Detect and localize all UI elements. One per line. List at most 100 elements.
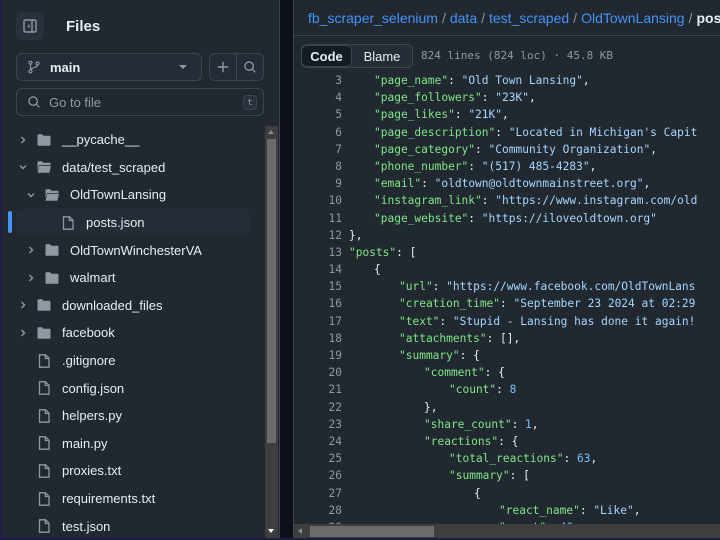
chevron-right-icon[interactable] (17, 135, 29, 145)
breadcrumb: fb_scraper_selenium / data / test_scraped / Ol… (308, 10, 720, 26)
add-file-button[interactable] (210, 54, 236, 80)
code-line: 28 "react_name": "Like", (294, 502, 720, 519)
line-source: "count": 8 (449, 381, 516, 398)
chevron-right-icon[interactable] (25, 273, 37, 283)
line-source: "email": "oldtown@oldtownmainstreet.org"… (374, 175, 650, 192)
line-number[interactable]: 25 (314, 450, 342, 467)
code-line: 13 "posts": [ (294, 244, 720, 261)
line-number[interactable]: 8 (314, 158, 342, 175)
json-key: "comment" (424, 366, 485, 380)
file-tree: __pycache__ data/test_scraped OldTownLansi… (0, 126, 264, 540)
tree-item-label: data/test_scraped (62, 159, 166, 175)
line-number[interactable]: 27 (314, 485, 342, 502)
chevron-down-icon[interactable] (17, 162, 29, 172)
breadcrumb-link[interactable]: OldTownLansing (581, 10, 685, 26)
json-punctuation: : { (459, 349, 480, 362)
line-number[interactable]: 13 (314, 244, 342, 261)
line-number[interactable]: 16 (314, 295, 342, 312)
folder-icon (44, 242, 60, 258)
chevron-down-icon[interactable] (25, 190, 37, 200)
tree-folder-facebook[interactable]: facebook (0, 319, 264, 347)
tree-file-helpers-py[interactable]: helpers.py (0, 402, 264, 430)
tab-code[interactable]: Code (301, 45, 352, 67)
line-number[interactable]: 6 (314, 124, 342, 141)
scrollbar-thumb[interactable] (267, 139, 276, 443)
json-punctuation: , (643, 177, 651, 191)
line-source: "page_category": "Community Organization… (374, 141, 657, 158)
tree-folder-oldtownwinchesterva[interactable]: OldTownWinchesterVA (0, 236, 264, 264)
chevron-right-icon[interactable] (17, 328, 29, 338)
line-number[interactable]: 19 (314, 347, 342, 364)
go-to-file-input[interactable] (49, 94, 229, 110)
line-number[interactable]: 28 (314, 502, 342, 519)
tab-blame[interactable]: Blame (352, 45, 412, 67)
collapse-sidebar-button[interactable] (16, 12, 44, 40)
tree-folder-data-test-scraped[interactable]: data/test_scraped (0, 154, 264, 182)
line-source: "summary": { (399, 347, 480, 364)
json-punctuation: : (468, 159, 482, 173)
line-number[interactable]: 15 (314, 278, 342, 295)
search-code-button[interactable] (236, 54, 263, 80)
line-number[interactable]: 3 (314, 72, 342, 89)
tree-item-label: posts.json (86, 215, 145, 231)
tree-folder-downloaded-files[interactable]: downloaded_files (0, 292, 264, 320)
json-key: "page_category" (374, 142, 476, 156)
line-number[interactable]: 21 (314, 381, 342, 398)
plus-icon (217, 61, 229, 73)
branch-selector[interactable]: main (16, 53, 202, 81)
file-tree-sidebar: Files main t __ (0, 0, 280, 540)
tree-file-main-py[interactable]: main.py (0, 430, 264, 458)
breadcrumb-link[interactable]: fb_scraper_selenium (308, 10, 438, 26)
breadcrumb-current-file: posts.json (696, 10, 720, 26)
json-punctuation: : (563, 452, 577, 466)
tree-file-gitignore[interactable]: .gitignore (0, 347, 264, 375)
folder-icon (44, 270, 60, 286)
line-number[interactable]: 4 (314, 89, 342, 106)
breadcrumb-link[interactable]: test_scraped (489, 10, 569, 26)
chevron-right-icon[interactable] (25, 245, 37, 255)
tree-file-requirements-txt[interactable]: requirements.txt (0, 485, 264, 513)
tree-file-test-json[interactable]: test.json (0, 512, 264, 540)
line-source: "instagram_link": "https://www.instagram… (374, 192, 697, 209)
line-number[interactable]: 23 (314, 416, 342, 433)
line-number[interactable]: 14 (314, 261, 342, 278)
chevron-right-icon[interactable] (17, 300, 29, 310)
line-number[interactable]: 9 (314, 175, 342, 192)
line-number[interactable]: 18 (314, 330, 342, 347)
line-number[interactable]: 10 (314, 192, 342, 209)
tree-folder-pycache[interactable]: __pycache__ (0, 126, 264, 154)
line-number[interactable]: 11 (314, 210, 342, 227)
go-to-file-field[interactable]: t (16, 88, 264, 116)
line-number[interactable]: 5 (314, 106, 342, 123)
json-string: "Community Organization" (488, 142, 651, 156)
scroll-left-arrow[interactable] (298, 528, 302, 534)
line-number[interactable]: 26 (314, 467, 342, 484)
line-number[interactable]: 24 (314, 433, 342, 450)
sidebar-vertical-scrollbar[interactable] (265, 126, 278, 540)
line-source: "page_followers": "23K", (374, 89, 536, 106)
scrollbar-thumb[interactable] (310, 526, 434, 537)
scroll-down-arrow[interactable] (268, 529, 274, 533)
json-string: "Old Town Lansing" (461, 74, 583, 87)
tree-file-proxies-txt[interactable]: proxies.txt (0, 457, 264, 485)
tree-file-config-json[interactable]: config.json (0, 374, 264, 402)
code-line: 5 "page_likes": "21K", (294, 106, 720, 123)
code-line: 24 "reactions": { (294, 433, 720, 450)
line-number[interactable]: 12 (314, 227, 342, 244)
files-header: Files (16, 12, 100, 40)
line-number[interactable]: 17 (314, 313, 342, 330)
scroll-up-arrow[interactable] (268, 130, 274, 134)
breadcrumb-separator: / (688, 10, 693, 26)
code-line: 8 "phone_number": "(517) 485-4283", (294, 158, 720, 175)
tree-folder-walmart[interactable]: walmart (0, 264, 264, 292)
tree-file-posts-json[interactable]: posts.json (16, 208, 250, 237)
breadcrumb-link[interactable]: data (450, 10, 477, 26)
line-number[interactable]: 22 (314, 399, 342, 416)
line-source: "react_name": "Like", (499, 502, 640, 519)
line-number[interactable]: 20 (314, 364, 342, 381)
file-icon (36, 518, 52, 534)
json-punctuation: , (531, 417, 539, 431)
json-punctuation: : (432, 280, 447, 294)
line-number[interactable]: 7 (314, 141, 342, 158)
tree-folder-oldtownlansing[interactable]: OldTownLansing (0, 181, 264, 209)
